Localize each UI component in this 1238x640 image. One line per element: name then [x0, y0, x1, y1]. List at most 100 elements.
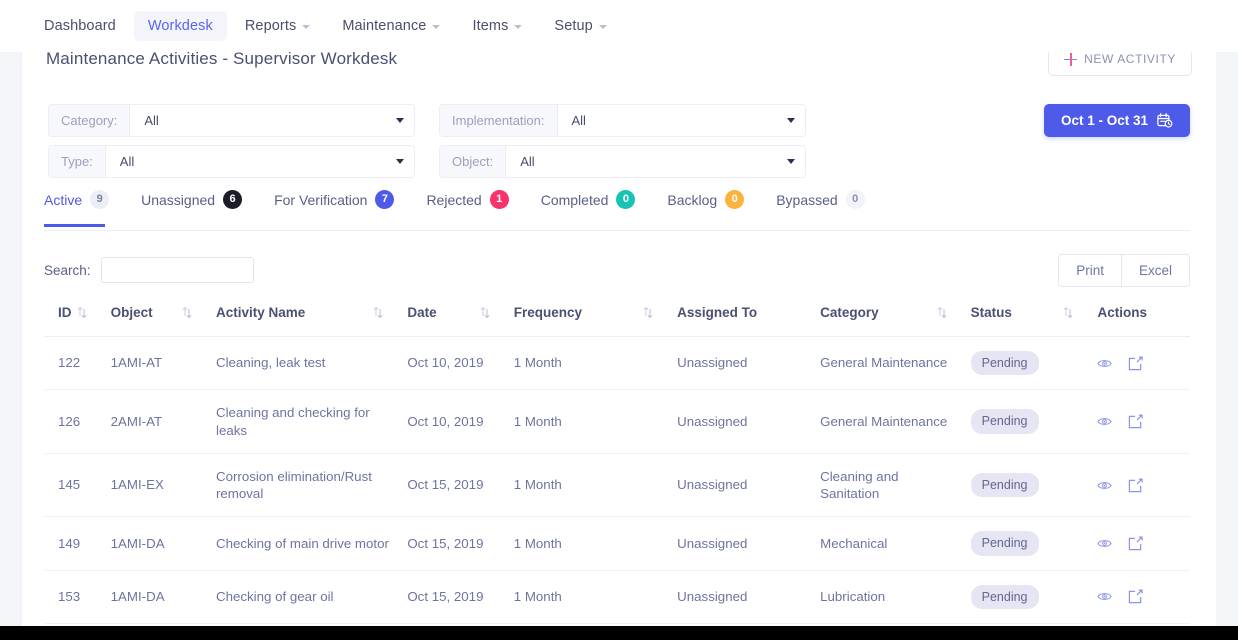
filter-object-label: Object: — [440, 146, 506, 177]
cell-id: 149 — [44, 517, 111, 570]
status-badge: Pending — [971, 473, 1039, 497]
col-label: Actions — [1097, 305, 1147, 320]
activities-table: ID Object Activity Name Date — [44, 297, 1190, 637]
col-date[interactable]: Date — [407, 297, 513, 337]
sort-icon — [937, 306, 947, 319]
edit-square-icon[interactable] — [1128, 589, 1143, 604]
tab-badge-for-verification: 7 — [375, 190, 394, 209]
nav-label: Reports — [245, 18, 296, 34]
filter-type-select[interactable]: All — [106, 146, 414, 177]
tab-label: Unassigned — [141, 192, 215, 208]
workdesk-card: Maintenance Activities - Supervisor Work… — [22, 52, 1216, 626]
table-row[interactable]: 145 1AMI-EX Corrosion elimination/Rust r… — [44, 453, 1190, 517]
col-status[interactable]: Status — [971, 297, 1098, 337]
table-row[interactable]: 122 1AMI-AT Cleaning, leak test Oct 10, … — [44, 337, 1190, 390]
activities-table-container[interactable]: ID Object Activity Name Date — [44, 297, 1190, 637]
status-tabs: Active 9 Unassigned 6 For Verification 7… — [44, 184, 1190, 231]
cell-category: General Maintenance — [820, 390, 971, 454]
nav-item-workdesk[interactable]: Workdesk — [134, 11, 227, 41]
col-label: Category — [820, 305, 879, 320]
page-right-gutter — [1216, 52, 1238, 626]
date-range-button[interactable]: Oct 1 - Oct 31 — [1044, 104, 1190, 137]
cell-id: 145 — [44, 453, 111, 517]
tab-badge-backlog: 0 — [725, 190, 744, 209]
col-label: ID — [58, 305, 72, 320]
filter-type[interactable]: Type: All — [48, 145, 415, 178]
cell-object: 1AMI-AT — [111, 337, 216, 390]
status-badge: Pending — [971, 351, 1039, 375]
cell-actions — [1097, 337, 1190, 390]
col-category[interactable]: Category — [820, 297, 971, 337]
filter-object-value: All — [520, 154, 534, 169]
search-input[interactable] — [101, 257, 254, 283]
nav-item-reports[interactable]: Reports — [231, 11, 324, 41]
col-frequency[interactable]: Frequency — [514, 297, 677, 337]
filter-category-label: Category: — [49, 105, 130, 136]
col-label: Object — [111, 305, 153, 320]
tab-bypassed[interactable]: Bypassed 0 — [776, 184, 878, 227]
export-button-group: Print Excel — [1058, 254, 1190, 287]
eye-icon[interactable] — [1097, 589, 1112, 604]
filter-implementation-select[interactable]: All — [558, 105, 806, 136]
sort-icon — [480, 306, 490, 319]
edit-square-icon[interactable] — [1128, 356, 1143, 371]
tab-badge-bypassed: 0 — [846, 190, 865, 209]
cell-frequency: 1 Month — [514, 390, 677, 454]
col-activity-name[interactable]: Activity Name — [216, 297, 407, 337]
eye-icon[interactable] — [1097, 414, 1112, 429]
tab-for-verification[interactable]: For Verification 7 — [274, 184, 408, 227]
nav-item-items[interactable]: Items — [458, 11, 536, 41]
table-row[interactable]: 149 1AMI-DA Checking of main drive motor… — [44, 517, 1190, 570]
eye-icon[interactable] — [1097, 356, 1112, 371]
cell-status: Pending — [971, 453, 1098, 517]
print-button[interactable]: Print — [1059, 255, 1121, 286]
cell-object: 1AMI-DA — [111, 517, 216, 570]
filter-object[interactable]: Object: All — [439, 145, 806, 178]
col-label: Frequency — [514, 305, 582, 320]
cell-date: Oct 15, 2019 — [407, 517, 513, 570]
cell-date: Oct 15, 2019 — [407, 570, 513, 623]
cell-category: Mechanical — [820, 517, 971, 570]
date-range-label: Oct 1 - Oct 31 — [1061, 113, 1148, 128]
chevron-down-icon — [396, 118, 404, 123]
table-row[interactable]: 153 1AMI-DA Checking of gear oil Oct 15,… — [44, 570, 1190, 623]
filter-bar: Category: All Type: All — [48, 104, 1190, 178]
eye-icon[interactable] — [1097, 478, 1112, 493]
filter-category-select[interactable]: All — [130, 105, 414, 136]
tab-badge-rejected: 1 — [490, 190, 509, 209]
cell-activity[interactable]: Cleaning, leak test — [216, 337, 407, 390]
tab-backlog[interactable]: Backlog 0 — [667, 184, 758, 227]
cell-frequency: 1 Month — [514, 517, 677, 570]
excel-button[interactable]: Excel — [1121, 255, 1189, 286]
filter-object-select[interactable]: All — [506, 146, 805, 177]
cell-actions — [1097, 390, 1190, 454]
filter-category[interactable]: Category: All — [48, 104, 415, 137]
tab-completed[interactable]: Completed 0 — [541, 184, 650, 227]
cell-activity[interactable]: Checking of gear oil — [216, 570, 407, 623]
cell-activity[interactable]: Checking of main drive motor — [216, 517, 407, 570]
edit-square-icon[interactable] — [1128, 536, 1143, 551]
tab-rejected[interactable]: Rejected 1 — [426, 184, 522, 227]
status-badge: Pending — [971, 531, 1039, 555]
tab-label: Rejected — [426, 192, 481, 208]
cell-activity[interactable]: Cleaning and checking for leaks — [216, 390, 407, 454]
nav-item-maintenance[interactable]: Maintenance — [328, 11, 454, 41]
col-id[interactable]: ID — [44, 297, 111, 337]
nav-item-dashboard[interactable]: Dashboard — [30, 11, 130, 41]
edit-square-icon[interactable] — [1128, 478, 1143, 493]
status-badge: Pending — [971, 585, 1039, 609]
tab-active[interactable]: Active 9 — [44, 184, 123, 227]
eye-icon[interactable] — [1097, 536, 1112, 551]
col-object[interactable]: Object — [111, 297, 216, 337]
col-label: Date — [407, 305, 436, 320]
tab-unassigned[interactable]: Unassigned 6 — [141, 184, 256, 227]
nav-item-setup[interactable]: Setup — [540, 11, 620, 41]
nav-label: Maintenance — [342, 18, 426, 34]
table-row[interactable]: 126 2AMI-AT Cleaning and checking for le… — [44, 390, 1190, 454]
edit-square-icon[interactable] — [1128, 414, 1143, 429]
chevron-down-icon — [599, 25, 607, 29]
col-assigned-to[interactable]: Assigned To — [677, 297, 820, 337]
cell-activity[interactable]: Corrosion elimination/Rust removal — [216, 453, 407, 517]
filter-implementation[interactable]: Implementation: All — [439, 104, 806, 137]
cell-actions — [1097, 570, 1190, 623]
